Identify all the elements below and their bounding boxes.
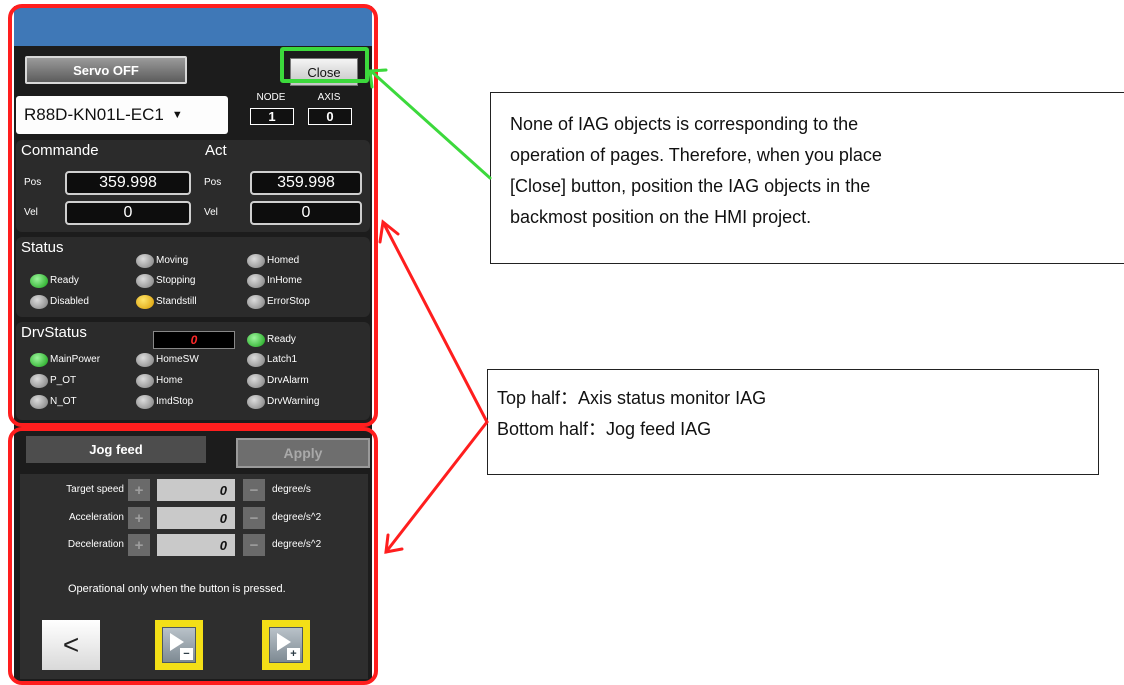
green-arrow-line xyxy=(370,70,492,180)
halves-note-line: Top half：Axis status monitor IAG xyxy=(497,388,767,408)
close-note-line: operation of pages. Therefore, when you … xyxy=(510,145,882,165)
red-arrow-down-line xyxy=(384,420,489,554)
close-note-line: [Close] button, position the IAG objects… xyxy=(510,176,871,196)
red-arrow-down-head xyxy=(384,533,404,554)
halves-note-line: Bottom half：Jog feed IAG xyxy=(497,419,712,439)
close-button-highlight xyxy=(280,47,369,83)
close-note-line: backmost position on the HMI project. xyxy=(510,207,812,227)
halves-note-callout: Top half：Axis status monitor IAG Bottom … xyxy=(487,369,1099,475)
close-note-line: None of IAG objects is corresponding to … xyxy=(510,114,859,134)
red-arrow-up-head xyxy=(378,219,400,244)
bottom-half-highlight xyxy=(8,427,378,685)
red-arrow-up-line xyxy=(382,222,489,424)
close-note-callout: None of IAG objects is corresponding to … xyxy=(490,92,1124,264)
